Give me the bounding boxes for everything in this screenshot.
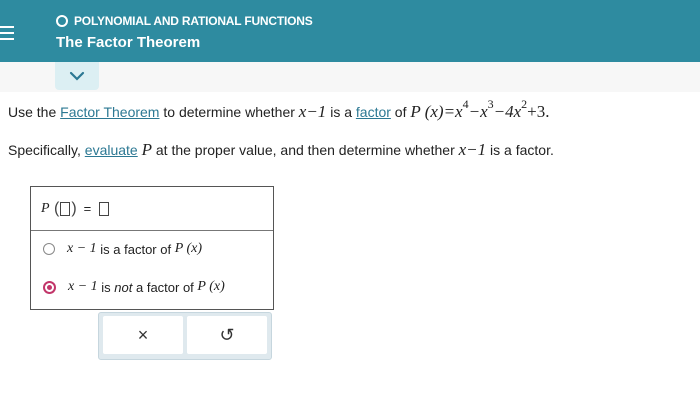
topic-row: POLYNOMIAL AND RATIONAL FUNCTIONS [56,13,313,29]
clear-icon: × [137,324,149,345]
factor-link[interactable]: factor [356,104,391,120]
choice-is-not-factor[interactable]: x − 1 is not a factor of P (x) [43,279,225,295]
q2-text: is a factor. [486,142,554,158]
factor-expression: x−1 [298,102,327,121]
input-result-box[interactable] [99,201,110,216]
poly-part: P (x)=x [410,102,463,121]
poly-exponent: 3 [487,97,494,111]
equals-sign: = [83,201,92,216]
topic-circle-icon [56,15,68,27]
radio-is-not-factor[interactable] [43,280,56,294]
choice-text: is [97,279,115,295]
undo-button[interactable]: ↺ [187,316,267,354]
q1-text: to determine whether [159,104,299,120]
poly-exponent: 2 [521,97,528,111]
page-title: The Factor Theorem [56,34,201,51]
q1-text: is a [326,104,356,120]
choice-expr: x − 1 [68,279,98,294]
chevron-down-icon [69,71,85,81]
poly-part: −4x [493,102,522,121]
collapse-toggle[interactable] [55,62,99,90]
question-line-2: Specifically, evaluate P at the proper v… [8,140,554,160]
undo-icon: ↺ [219,324,235,345]
clear-button[interactable]: × [103,316,183,354]
radio-is-factor[interactable] [43,243,55,255]
menu-icon[interactable] [0,26,14,40]
choice-not: not [114,279,133,295]
p-label: P [41,200,50,216]
question-content: Use the Factor Theorem to determine whet… [0,92,700,401]
input-value-box[interactable] [60,201,71,216]
action-panel: × ↺ [98,312,272,360]
poly-part: +3. [527,102,550,121]
poly-exponent: 4 [462,97,469,111]
choice-text: a factor of [132,279,198,295]
q2-text: at the proper value, and then determine … [152,142,459,158]
choice-is-factor[interactable]: x − 1 is a factor of P (x) [43,241,202,257]
answer-box: P ( ) = x − 1 is a factor of P (x) x − 1… [30,186,274,310]
choice-expr: x − 1 [67,241,97,256]
header-bar: POLYNOMIAL AND RATIONAL FUNCTIONS The Fa… [0,0,700,62]
evaluation-row: P ( ) = [31,187,273,231]
polynomial-expression: P (x)=x4−x3−4x2+3. [410,97,550,121]
evaluate-link[interactable]: evaluate [85,142,138,158]
open-paren: ( [49,199,60,217]
choice-text: is a factor of [96,241,175,257]
q1-text: Use the [8,104,61,120]
question-line-1: Use the Factor Theorem to determine whet… [8,97,550,122]
factor-expression: x−1 [458,140,487,159]
close-paren: ) [71,199,77,217]
q1-text: of [390,104,411,120]
poly-part: −x [468,102,488,121]
choice-px: P (x) [174,241,203,256]
topic-label: POLYNOMIAL AND RATIONAL FUNCTIONS [74,14,313,28]
q2-text: Specifically, [8,142,85,158]
choice-px: P (x) [197,279,225,294]
p-symbol: P [141,140,152,159]
factor-theorem-link[interactable]: Factor Theorem [60,104,159,120]
